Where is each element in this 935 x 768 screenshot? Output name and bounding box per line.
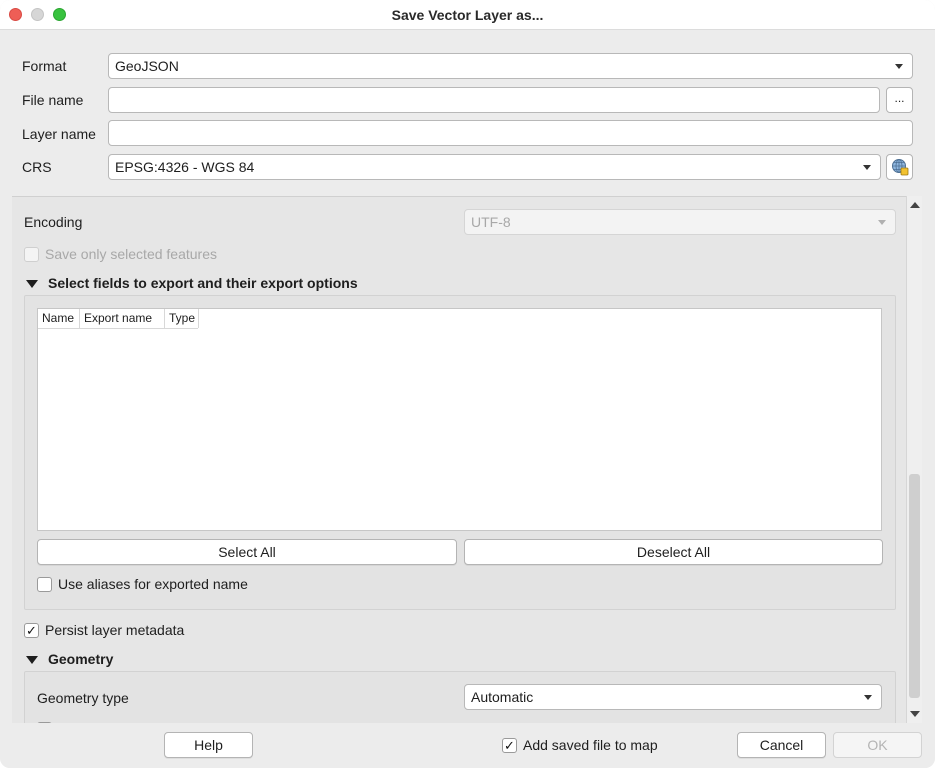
- add-to-map-checkbox[interactable]: ✓: [502, 738, 517, 753]
- help-button[interactable]: Help: [164, 732, 253, 758]
- save-selected-checkbox: [24, 247, 39, 262]
- encoding-select-value: UTF-8: [471, 214, 511, 230]
- table-header-type[interactable]: Type: [165, 309, 199, 328]
- browse-file-button[interactable]: ...: [886, 87, 913, 113]
- geometry-section-title[interactable]: Geometry: [48, 651, 113, 667]
- table-header-name[interactable]: Name: [38, 309, 80, 328]
- fields-group: Name Export name Type Select All Deselec…: [24, 295, 896, 610]
- format-label: Format: [22, 58, 67, 74]
- cancel-button[interactable]: Cancel: [737, 732, 826, 758]
- title-bar: Save Vector Layer as...: [0, 0, 935, 30]
- use-aliases-label: Use aliases for exported name: [58, 576, 248, 592]
- file-name-label: File name: [22, 92, 84, 108]
- select-all-button[interactable]: Select All: [37, 539, 457, 565]
- table-header-export-name[interactable]: Export name: [80, 309, 165, 328]
- encoding-label: Encoding: [24, 214, 83, 230]
- save-vector-layer-dialog: Save Vector Layer as... Format GeoJSON F…: [0, 0, 935, 768]
- chevron-down-icon: [878, 220, 886, 225]
- table-header-divider: [38, 328, 198, 329]
- chevron-down-icon: [864, 695, 872, 700]
- fields-table[interactable]: Name Export name Type: [37, 308, 882, 531]
- globe-crs-icon: [891, 159, 908, 176]
- chevron-down-icon: [895, 64, 903, 69]
- add-to-map-label: Add saved file to map: [523, 737, 658, 753]
- scrollbar-thumb[interactable]: [909, 474, 920, 698]
- dialog-footer: Help ✓ Add saved file to map Cancel OK: [0, 723, 935, 768]
- crs-select-value: EPSG:4326 - WGS 84: [115, 159, 255, 175]
- crs-select[interactable]: EPSG:4326 - WGS 84: [108, 154, 881, 180]
- persist-metadata-checkbox[interactable]: ✓: [24, 623, 39, 638]
- ok-button: OK: [833, 732, 922, 758]
- layer-name-input[interactable]: [108, 120, 913, 146]
- use-aliases-checkbox[interactable]: [37, 577, 52, 592]
- layer-name-label: Layer name: [22, 126, 96, 142]
- chevron-down-icon: [863, 165, 871, 170]
- crs-label: CRS: [22, 159, 52, 175]
- geometry-type-label: Geometry type: [37, 690, 129, 706]
- format-select-value: GeoJSON: [115, 58, 179, 74]
- collapse-triangle-icon[interactable]: [26, 280, 38, 288]
- encoding-select: UTF-8: [464, 209, 896, 235]
- options-scrollbar[interactable]: [906, 196, 922, 723]
- deselect-all-button[interactable]: Deselect All: [464, 539, 883, 565]
- collapse-triangle-icon[interactable]: [26, 656, 38, 664]
- geometry-type-select[interactable]: Automatic: [464, 684, 882, 710]
- persist-metadata-label: Persist layer metadata: [45, 622, 185, 638]
- crs-selector-button[interactable]: [886, 154, 913, 180]
- file-name-input[interactable]: [108, 87, 880, 113]
- geometry-group: Geometry type Automatic: [24, 671, 896, 723]
- scroll-up-arrow-icon[interactable]: [910, 202, 920, 208]
- geometry-type-value: Automatic: [471, 689, 534, 705]
- save-selected-label: Save only selected features: [45, 246, 217, 262]
- format-select[interactable]: GeoJSON: [108, 53, 913, 79]
- options-scroll-area[interactable]: Encoding UTF-8 Save only selected featur…: [12, 196, 922, 723]
- window-title: Save Vector Layer as...: [391, 7, 544, 23]
- fields-section-title[interactable]: Select fields to export and their export…: [48, 275, 358, 291]
- scroll-down-arrow-icon[interactable]: [910, 711, 920, 717]
